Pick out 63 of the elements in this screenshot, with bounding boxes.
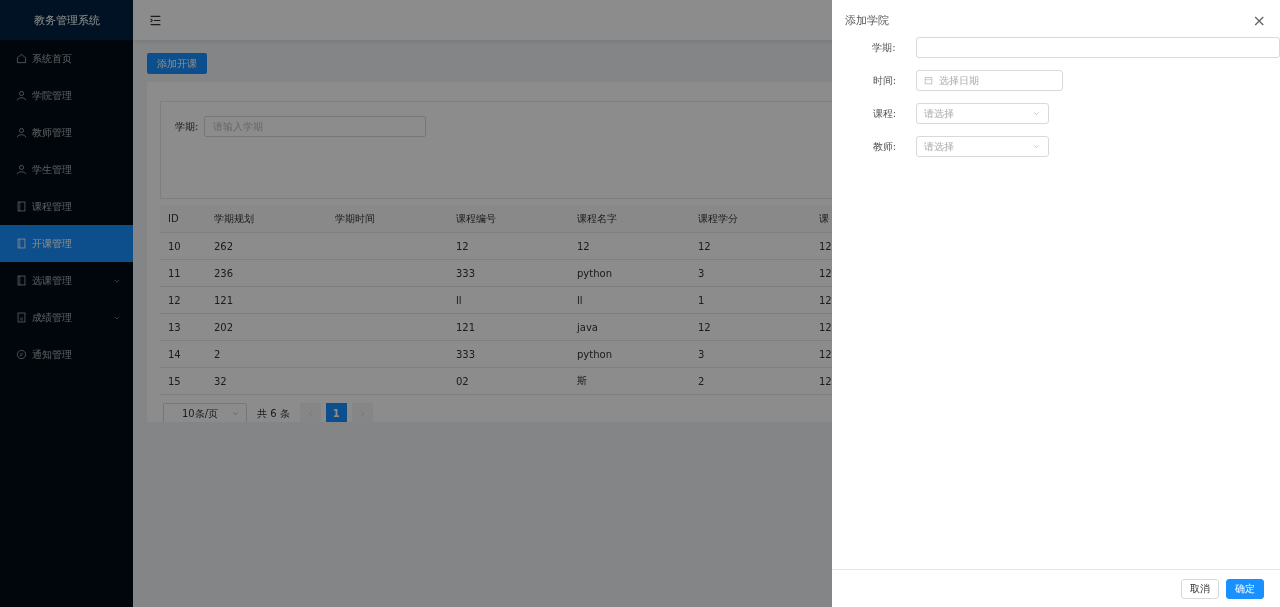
app-title: 教务管理系统	[0, 0, 133, 40]
table-cell: 3	[690, 340, 811, 368]
calendar-icon	[924, 76, 933, 85]
table-cell: 121	[448, 313, 569, 341]
table-cell: 12	[160, 286, 206, 314]
table-cell: 32	[206, 367, 327, 395]
table-cell: 15	[160, 367, 206, 395]
field-label: 学期:	[175, 120, 199, 134]
menu-item[interactable]: 课程管理	[0, 188, 133, 225]
table-cell: 2	[690, 367, 811, 395]
table-cell: 333	[448, 259, 569, 287]
date-field[interactable]: 选择日期	[916, 70, 1063, 91]
input-field[interactable]	[915, 37, 1280, 58]
chevron-down-icon	[231, 409, 240, 418]
table-cell: 12	[569, 232, 690, 260]
table-cell: 11	[160, 259, 206, 287]
table-cell: 13	[160, 313, 206, 341]
table-cell: 202	[206, 313, 327, 341]
table-cell: java	[569, 313, 690, 341]
page-button[interactable]: 1	[325, 403, 347, 422]
chevron-down-icon	[1032, 109, 1041, 118]
table-cell: 121	[206, 286, 327, 314]
cancel-button[interactable]: 取消	[1181, 578, 1219, 599]
table-cell: 02	[448, 367, 569, 395]
book-icon	[16, 238, 27, 249]
table-cell: ll	[448, 286, 569, 314]
table-cell: 1	[690, 286, 811, 314]
menu-item[interactable]: 通知管理	[0, 336, 133, 373]
menu-icon[interactable]	[149, 13, 162, 27]
field-label: 课程:	[871, 106, 897, 121]
add-button[interactable]: 添加开课	[147, 53, 207, 74]
menu-item[interactable]: 教师管理	[0, 114, 133, 151]
page-size-select[interactable]: 10条/页	[163, 403, 247, 422]
table-cell: 3	[690, 259, 811, 287]
field-label: 时间:	[871, 73, 897, 88]
menu-item[interactable]: 系统首页	[0, 40, 133, 77]
menu-item[interactable]: 学生管理	[0, 151, 133, 188]
table-cell: 333	[448, 340, 569, 368]
menu-item[interactable]: 学院管理	[0, 77, 133, 114]
table-cell: 12	[690, 313, 811, 341]
drawer-title: 添加学院	[845, 13, 889, 28]
table-cell: 12	[690, 232, 811, 260]
table-cell: 236	[206, 259, 327, 287]
table-cell: 斯	[569, 367, 690, 395]
table-cell: 10	[160, 232, 206, 260]
table-cell: python	[569, 259, 690, 287]
table-cell: 14	[160, 340, 206, 368]
field-label: 学期:	[871, 40, 897, 55]
table-cell: ll	[569, 286, 690, 314]
menu-item[interactable]: 选课管理	[0, 262, 133, 299]
menu-item[interactable]: 成绩管理	[0, 299, 133, 336]
table-cell: 12	[448, 232, 569, 260]
chevron-down-icon	[1032, 142, 1041, 151]
table-cell: 262	[206, 232, 327, 260]
select-field[interactable]: 请选择	[916, 136, 1049, 157]
field-label: 教师:	[871, 139, 897, 154]
select-field[interactable]: 请选择	[916, 103, 1049, 124]
total-count: 共 6 条	[257, 406, 290, 421]
confirm-button[interactable]: 确定	[1226, 578, 1264, 599]
menu-item[interactable]: 开课管理	[0, 225, 133, 262]
table-cell: python	[569, 340, 690, 368]
table-cell: 2	[206, 340, 327, 368]
close-button[interactable]: ×	[1252, 13, 1266, 28]
